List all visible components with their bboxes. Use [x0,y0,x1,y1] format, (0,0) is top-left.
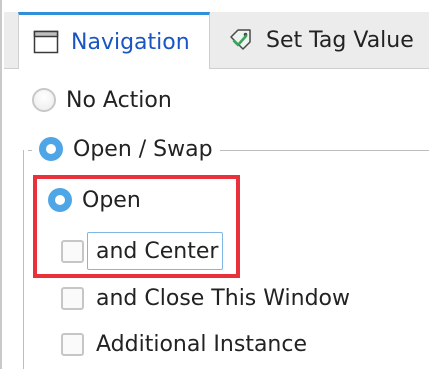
radio-no-action-label: No Action [66,87,172,113]
tab-bar: Navigation Set Tag Value [4,12,429,69]
radio-selected-icon [48,188,72,212]
action-config-panel: Navigation Set Tag Value No Action Open … [0,0,429,369]
radio-selected-icon [39,137,63,161]
radio-no-action[interactable]: No Action [32,86,172,114]
checkbox-and-center[interactable]: and Center [61,237,218,265]
group-border [23,150,24,369]
tab-set-tag-value-label: Set Tag Value [266,27,414,53]
radio-open-swap[interactable]: Open / Swap [39,135,219,163]
window-icon [33,29,59,55]
tab-navigation-label: Navigation [71,29,190,55]
checkbox-and-close-label: and Close This Window [96,285,350,311]
tag-check-icon [228,27,254,53]
checkbox-unchecked-icon [61,332,84,356]
radio-open-swap-label: Open / Swap [73,136,213,162]
checkbox-additional-instance[interactable]: Additional Instance [61,330,307,358]
tab-navigation[interactable]: Navigation [18,12,210,69]
tab-set-tag-value[interactable]: Set Tag Value [210,12,429,68]
checkbox-and-close-this-window[interactable]: and Close This Window [61,284,350,312]
group-border-top-right [220,150,429,151]
radio-open-label: Open [82,187,141,213]
checkbox-and-center-label: and Center [96,238,219,264]
checkbox-unchecked-icon [61,239,84,263]
group-border-top-left [28,150,32,151]
radio-unselected-icon [32,88,56,112]
radio-open[interactable]: Open [48,186,141,214]
checkbox-additional-instance-label: Additional Instance [96,331,308,357]
checkbox-unchecked-icon [61,286,84,310]
